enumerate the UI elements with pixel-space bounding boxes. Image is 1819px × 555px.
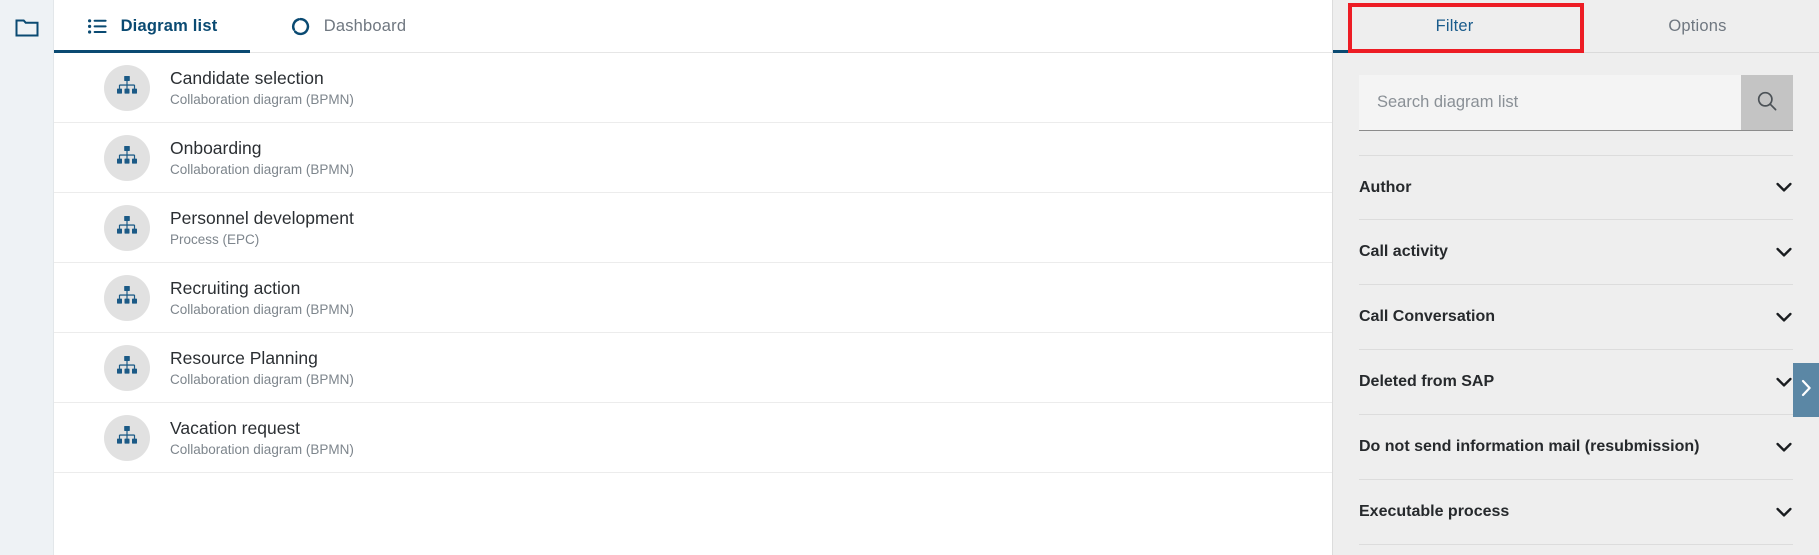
list-item-texts: Recruiting action Collaboration diagram …: [170, 278, 354, 318]
filter-accordion-executable-process[interactable]: Executable process: [1359, 480, 1793, 545]
search-input[interactable]: [1359, 75, 1741, 130]
filter-accordion-label: Author: [1359, 178, 1412, 196]
list-item-subtitle: Process (EPC): [170, 231, 260, 247]
list-item-subtitle: Collaboration diagram (BPMN): [170, 441, 354, 457]
filter-accordion-label: Call Conversation: [1359, 308, 1496, 325]
filter-accordion-label: Call activity: [1359, 243, 1448, 260]
avatar: [104, 134, 150, 181]
filter-panel-tabbar: Filter Options: [1333, 0, 1819, 53]
hierarchy-icon: [116, 355, 138, 380]
filter-accordion-deleted-from-sap[interactable]: Deleted from SAP: [1359, 350, 1793, 415]
filter-accordion-label: Do not send information mail (resubmissi…: [1359, 438, 1700, 455]
tab-diagram-list-label: Diagram list: [120, 16, 218, 35]
chevron-down-icon: [1775, 373, 1793, 391]
list-item-subtitle: Collaboration diagram (BPMN): [170, 301, 354, 317]
diagram-list-pane: Diagram list Dashboard Candidate selecti…: [54, 0, 1333, 555]
list-item-title: Personnel development: [170, 207, 354, 228]
list-item-title: Resource Planning: [170, 347, 318, 368]
list-item-texts: Personnel development Process (EPC): [170, 208, 354, 248]
filter-accordion-call-activity[interactable]: Call activity: [1359, 220, 1793, 285]
search-icon: [1756, 90, 1778, 115]
list-item-title: Recruiting action: [170, 277, 301, 298]
filter-panel: Filter Options Author: [1333, 0, 1819, 555]
chevron-down-icon: [1775, 438, 1793, 456]
tab-options-label: Options: [1668, 16, 1727, 35]
hierarchy-icon: [116, 75, 138, 100]
list-item[interactable]: Candidate selection Collaboration diagra…: [54, 53, 1332, 123]
chevron-down-icon: [1775, 179, 1793, 197]
list-item-subtitle: Collaboration diagram (BPMN): [170, 91, 354, 107]
tab-options[interactable]: Options: [1576, 0, 1819, 52]
tab-diagram-list[interactable]: Diagram list: [54, 0, 250, 53]
chevron-right-icon: [1801, 379, 1812, 402]
filter-accordion-label: Executable process: [1359, 503, 1510, 520]
filter-accordion-call-conversation[interactable]: Call Conversation: [1359, 285, 1793, 350]
avatar: [104, 274, 150, 321]
tab-dashboard[interactable]: Dashboard: [250, 0, 446, 52]
list-item-title: Candidate selection: [170, 67, 324, 88]
chevron-down-icon: [1775, 503, 1793, 521]
search-bar: [1359, 75, 1793, 131]
list-item-subtitle: Collaboration diagram (BPMN): [170, 371, 354, 387]
tab-filter[interactable]: Filter: [1333, 0, 1576, 53]
avatar: [104, 414, 150, 461]
search-button[interactable]: [1741, 75, 1793, 130]
list-item[interactable]: Resource Planning Collaboration diagram …: [54, 333, 1332, 403]
list-item-texts: Onboarding Collaboration diagram (BPMN): [170, 138, 354, 178]
list-item-subtitle: Collaboration diagram (BPMN): [170, 161, 354, 177]
left-rail: [0, 0, 54, 555]
avatar: [104, 344, 150, 391]
list-icon: [87, 16, 108, 37]
list-item[interactable]: Personnel development Process (EPC): [54, 193, 1332, 263]
avatar: [104, 204, 150, 251]
center-tabbar: Diagram list Dashboard: [54, 0, 1332, 53]
tab-filter-label: Filter: [1435, 16, 1474, 35]
list-item-title: Vacation request: [170, 417, 301, 438]
tab-dashboard-label: Dashboard: [323, 16, 407, 35]
chevron-down-icon: [1775, 243, 1793, 261]
filter-accordion-author[interactable]: Author: [1359, 155, 1793, 220]
panel-collapse-handle[interactable]: [1793, 363, 1819, 417]
filter-accordion-label: Deleted from SAP: [1359, 373, 1495, 390]
filter-accordion-do-not-send-information-mail[interactable]: Do not send information mail (resubmissi…: [1359, 415, 1793, 480]
list-item-texts: Candidate selection Collaboration diagra…: [170, 68, 354, 108]
hierarchy-icon: [116, 145, 138, 170]
list-item-texts: Resource Planning Collaboration diagram …: [170, 348, 354, 388]
list-item[interactable]: Recruiting action Collaboration diagram …: [54, 263, 1332, 333]
donut-chart-icon: [290, 16, 311, 37]
avatar: [104, 64, 150, 111]
hierarchy-icon: [116, 425, 138, 450]
app-window: Diagram list Dashboard Candidate selecti…: [0, 0, 1819, 555]
list-item[interactable]: Onboarding Collaboration diagram (BPMN): [54, 123, 1332, 193]
chevron-down-icon: [1775, 308, 1793, 326]
filter-accordion-list: Author Call activity Call Conversation D…: [1333, 155, 1819, 555]
hierarchy-icon: [116, 215, 138, 240]
list-item[interactable]: Vacation request Collaboration diagram (…: [54, 403, 1332, 473]
folder-icon[interactable]: [12, 12, 42, 42]
list-item-title: Onboarding: [170, 137, 262, 158]
hierarchy-icon: [116, 285, 138, 310]
list-item-texts: Vacation request Collaboration diagram (…: [170, 418, 354, 458]
diagram-list: Candidate selection Collaboration diagra…: [54, 53, 1332, 555]
